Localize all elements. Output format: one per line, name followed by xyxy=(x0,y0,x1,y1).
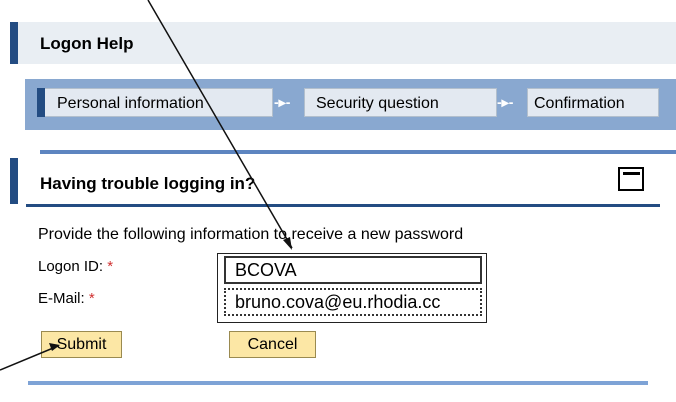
arrowhead-icon xyxy=(283,237,292,250)
annotation-arrows-overlay xyxy=(0,0,293,371)
arrow-to-submit xyxy=(0,345,59,371)
arrow-to-logon-id xyxy=(147,0,293,249)
